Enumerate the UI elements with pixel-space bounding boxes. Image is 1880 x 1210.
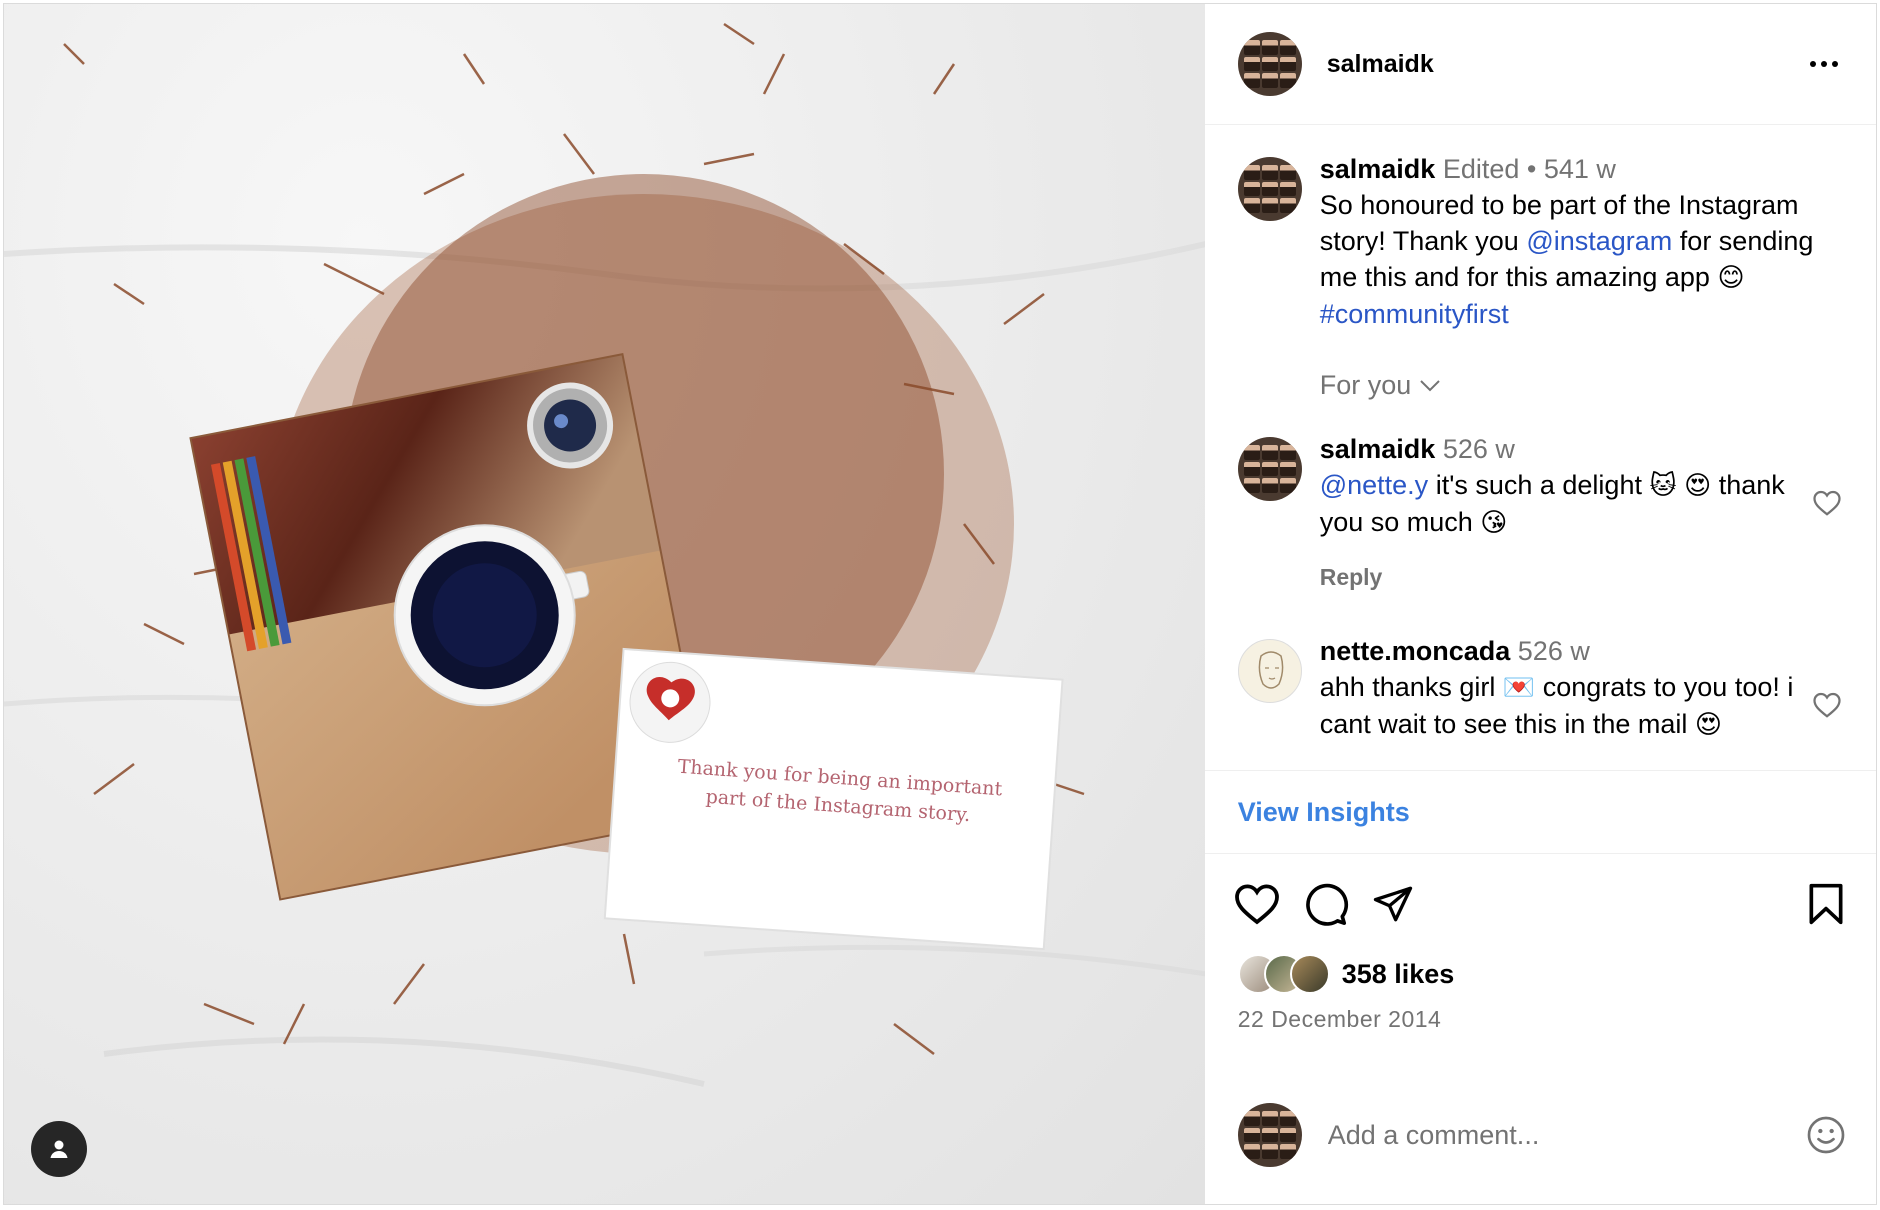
caption-avatar[interactable] — [1237, 157, 1302, 221]
comment-avatar[interactable] — [1237, 437, 1302, 501]
liker-avatar — [1289, 954, 1330, 994]
comment-username[interactable]: nette.moncada — [1320, 636, 1511, 666]
user-tag-icon — [50, 1140, 68, 1158]
heart-icon[interactable] — [1812, 489, 1842, 517]
caption-text: salmaidk Edited • 541 w So honoured to b… — [1320, 151, 1846, 332]
bookmark-icon[interactable] — [1806, 882, 1846, 926]
add-comment-input[interactable] — [1325, 1118, 1806, 1152]
comment-filter-label: For you — [1319, 370, 1412, 400]
more-icon — [1810, 61, 1838, 67]
comment-body: salmaidk 526 w @nette.y it's such a deli… — [1320, 431, 1846, 595]
likes-row[interactable]: 358 likes — [1205, 954, 1876, 994]
likes-count[interactable]: 358 likes — [1342, 959, 1455, 990]
caption-emoji: 😊 — [1717, 263, 1745, 293]
caption-mention[interactable]: @instagram — [1526, 226, 1672, 256]
view-insights-link[interactable]: View Insights — [1238, 797, 1410, 828]
author-avatar[interactable] — [1237, 32, 1302, 96]
caption-separator: • — [1526, 154, 1537, 184]
photo-scene — [4, 22, 1205, 1087]
comment-icon[interactable] — [1303, 881, 1349, 927]
comment-username[interactable]: salmaidk — [1320, 434, 1436, 464]
caption-time[interactable]: 541 w — [1544, 154, 1616, 184]
post-side-panel: salmaidk salmaidk Edited • 541 w So hono… — [1204, 4, 1876, 1204]
reply-button[interactable]: Reply — [1320, 559, 1796, 595]
comment-time[interactable]: 526 w — [1443, 434, 1515, 464]
tagged-users-button[interactable] — [31, 1121, 87, 1177]
comment-text-1: it's such a delight — [1428, 470, 1650, 500]
comment-item: nette.moncada 526 w ahh thanks girl 💌 co… — [1237, 633, 1846, 743]
emoji-icon[interactable] — [1806, 1115, 1846, 1155]
comment-emoji-1: 💌 — [1502, 673, 1536, 703]
caption-edited: Edited — [1442, 154, 1520, 184]
sketch-face-icon — [1258, 651, 1284, 689]
author-username[interactable]: salmaidk — [1327, 50, 1802, 79]
share-icon[interactable] — [1371, 883, 1415, 925]
comment-emoji-3: 😘 — [1480, 508, 1508, 538]
add-comment-bar — [1205, 1066, 1876, 1204]
comment-text-1: ahh thanks girl — [1319, 672, 1503, 702]
post-dialog: Thank you for being an important part of… — [3, 3, 1877, 1205]
comment-mention[interactable]: @nette.y — [1320, 470, 1428, 500]
chevron-down-icon — [1420, 379, 1440, 391]
caption-username[interactable]: salmaidk — [1320, 154, 1436, 184]
comment-item: salmaidk 526 w @nette.y it's such a deli… — [1237, 431, 1846, 595]
post-header: salmaidk — [1204, 4, 1876, 125]
action-bar — [1205, 854, 1876, 954]
comments-scroll-area[interactable]: salmaidk Edited • 541 w So honoured to b… — [1205, 125, 1876, 770]
insights-bar: View Insights — [1204, 770, 1876, 854]
comment-time[interactable]: 526 w — [1518, 636, 1590, 666]
post-photo[interactable]: Thank you for being an important part of… — [4, 4, 1205, 1204]
current-user-avatar — [1237, 1103, 1302, 1167]
comment-avatar[interactable] — [1237, 639, 1302, 703]
heart-icon[interactable] — [1233, 882, 1281, 926]
comment-emoji-1: 🐱 — [1649, 471, 1677, 501]
comment-filter-dropdown[interactable]: For you — [1320, 370, 1846, 401]
comment-emoji-2: 😍 — [1694, 710, 1723, 740]
more-options-button[interactable] — [1802, 53, 1846, 75]
heart-icon[interactable] — [1812, 691, 1842, 719]
comment-body: nette.moncada 526 w ahh thanks girl 💌 co… — [1320, 633, 1846, 743]
caption: salmaidk Edited • 541 w So honoured to b… — [1237, 125, 1846, 332]
caption-hashtag[interactable]: #communityfirst — [1320, 299, 1509, 329]
post-date[interactable]: 22 December 2014 — [1205, 1006, 1876, 1066]
comment-emoji-2: 😍 — [1684, 471, 1712, 501]
